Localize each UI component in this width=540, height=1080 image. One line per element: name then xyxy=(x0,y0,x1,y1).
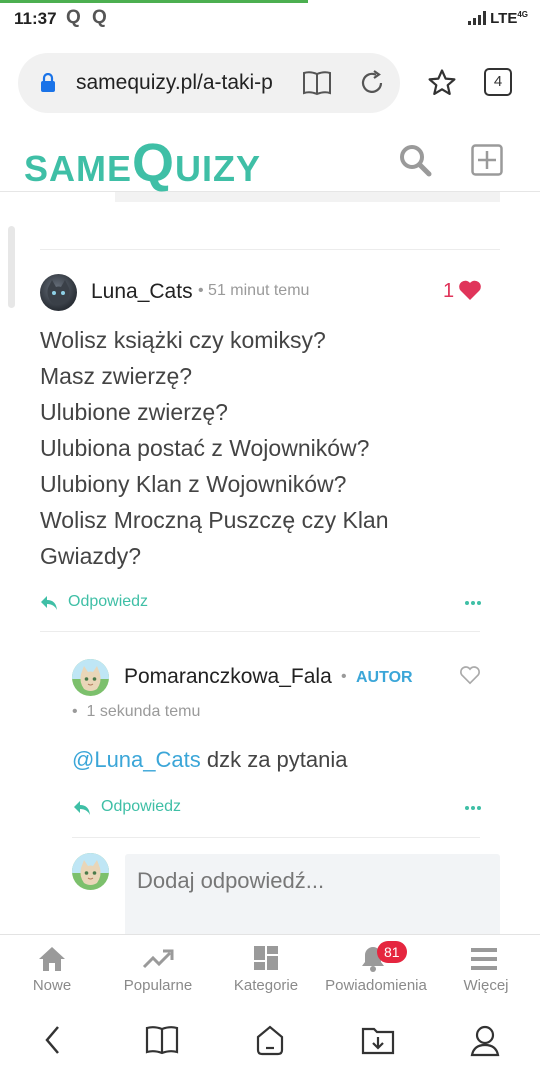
avatar[interactable] xyxy=(40,274,77,311)
network-indicator: LTE4G xyxy=(490,10,528,27)
author-badge: AUTOR xyxy=(356,669,413,686)
reply-input[interactable]: Dodaj odpowiedź... xyxy=(125,854,500,934)
divider xyxy=(72,837,480,838)
cat-avatar-icon xyxy=(72,659,109,691)
avatar[interactable] xyxy=(72,659,109,696)
reply-timestamp: • 1 sekunda temu xyxy=(72,703,201,720)
nav-item-popularne[interactable]: Popularne xyxy=(104,935,212,1001)
reply-label: Odpowiedz xyxy=(68,593,149,610)
more-options-icon[interactable] xyxy=(465,806,483,812)
lock-icon xyxy=(41,73,55,92)
comment-line: Ulubiony Klan z Wojowników? xyxy=(40,471,347,497)
page-load-progress xyxy=(0,0,308,3)
previous-textarea[interactable] xyxy=(115,192,500,202)
reply-button[interactable]: Odpowiedz xyxy=(40,593,180,615)
download-icon[interactable] xyxy=(360,1024,396,1056)
divider xyxy=(40,631,480,632)
heart-filled-icon[interactable] xyxy=(458,279,482,301)
scrollbar[interactable] xyxy=(8,226,15,308)
nav-item-nowe[interactable]: Nowe xyxy=(0,935,104,1001)
mention-link[interactable]: @Luna_Cats xyxy=(72,747,201,772)
nav-label: Popularne xyxy=(123,977,193,994)
comment-line: Wolisz Mroczną Puszczę czy Klan xyxy=(40,507,389,533)
system-navigation-bar xyxy=(0,1000,540,1080)
status-bar: 11:37 Q Q LTE4G xyxy=(0,0,540,38)
author-separator: • xyxy=(341,668,347,685)
comment-line: Gwiazdy? xyxy=(40,543,141,569)
reply-button[interactable]: Odpowiedz xyxy=(73,798,213,820)
status-time: 11:37 xyxy=(14,9,57,28)
q-app-icon-2: Q xyxy=(92,7,107,28)
reply-username[interactable]: Pomaranczkowa_Fala xyxy=(124,665,332,689)
book-icon[interactable] xyxy=(145,1024,179,1056)
comment-line: Ulubiona postać z Wojowników? xyxy=(40,435,370,461)
profile-icon[interactable] xyxy=(469,1024,501,1058)
comment-username[interactable]: Luna_Cats xyxy=(91,280,193,304)
search-icon[interactable] xyxy=(398,143,432,177)
comment-line: Ulubione zwierzę? xyxy=(40,399,228,425)
cat-avatar-icon xyxy=(47,280,70,305)
browser-toolbar: samequizy.pl/a-taki-p 4 xyxy=(0,38,540,128)
address-bar[interactable]: samequizy.pl/a-taki-p xyxy=(18,53,400,113)
reply-icon xyxy=(74,801,90,815)
nav-item-wiecej[interactable]: Więcej xyxy=(432,935,540,1001)
nav-label: Kategorie xyxy=(233,977,299,994)
grid-icon xyxy=(254,946,278,970)
like-count: 1 xyxy=(443,280,455,302)
divider xyxy=(40,249,500,250)
reply-label: Odpowiedz xyxy=(101,798,182,815)
nav-item-kategorie[interactable]: Kategorie xyxy=(212,935,320,1001)
reply-body: @Luna_Cats dzk za pytania xyxy=(72,747,348,773)
refresh-icon[interactable] xyxy=(358,69,386,97)
comment-timestamp: • 51 minut temu xyxy=(198,282,310,299)
reply-icon xyxy=(41,596,57,610)
heart-outline-icon[interactable] xyxy=(459,665,481,685)
url-text[interactable]: samequizy.pl/a-taki-p xyxy=(76,71,276,95)
home-icon xyxy=(39,947,65,971)
star-icon[interactable] xyxy=(427,68,457,98)
more-options-icon[interactable] xyxy=(465,601,483,607)
current-user-avatar xyxy=(72,853,109,890)
tabs-icon[interactable]: 4 xyxy=(484,68,512,96)
bottom-navigation: Nowe Popularne Kategorie 81 Powiadomieni… xyxy=(0,934,540,1000)
trending-icon xyxy=(142,949,174,969)
reader-mode-icon[interactable] xyxy=(302,69,332,97)
q-app-icon: Q xyxy=(66,7,81,28)
comments-section: Luna_Cats • 51 minut temu 1 Wolisz książ… xyxy=(0,192,540,934)
comment-line: Wolisz książki czy komiksy? xyxy=(40,327,326,353)
reply-input-placeholder[interactable]: Dodaj odpowiedź... xyxy=(137,868,324,894)
site-header: SAMEQUIZY xyxy=(0,128,540,194)
comment-body: Wolisz książki czy komiksy? Masz zwierzę… xyxy=(40,322,500,574)
network-sub-label: 4G xyxy=(517,10,528,19)
signal-icon xyxy=(468,11,488,25)
nav-label: Więcej xyxy=(463,977,509,994)
home-button-icon[interactable] xyxy=(253,1024,287,1056)
nav-item-powiadomienia[interactable]: 81 Powiadomienia xyxy=(320,935,432,1001)
cat-avatar-icon xyxy=(72,853,109,885)
plus-icon[interactable] xyxy=(471,144,503,176)
comment-line: Masz zwierzę? xyxy=(40,363,193,389)
menu-icon xyxy=(471,948,497,970)
site-logo[interactable]: SAMEQUIZY xyxy=(24,132,261,194)
nav-label: Nowe xyxy=(32,977,72,994)
notification-badge: 81 xyxy=(377,941,407,963)
back-icon[interactable] xyxy=(42,1024,64,1056)
nav-label: Powiadomienia xyxy=(325,977,427,994)
reply-text: dzk za pytania xyxy=(200,747,348,772)
